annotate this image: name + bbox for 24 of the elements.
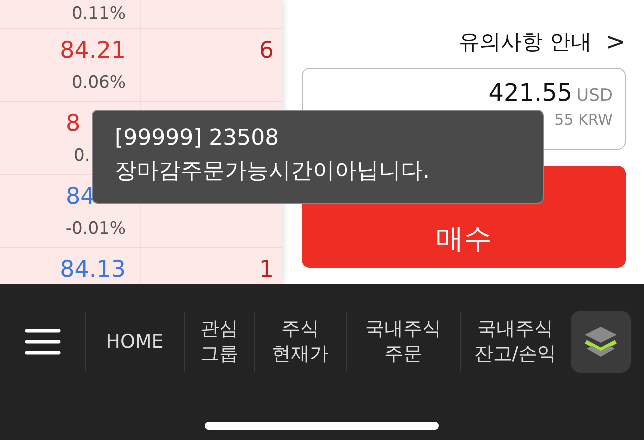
- menu-icon: [24, 328, 60, 356]
- nav-item[interactable]: 국내주식 잔고/손익: [460, 312, 570, 372]
- layers-icon: [582, 325, 620, 359]
- change-percent-text: 0.11%: [72, 3, 126, 26]
- price-text: 8: [66, 110, 81, 138]
- nav-item[interactable]: 국내주식 주문: [346, 312, 460, 372]
- chevron-icon: >: [606, 28, 626, 56]
- nav-item[interactable]: HOME: [85, 312, 184, 372]
- change-percent-text: 0.: [74, 145, 90, 168]
- change-percent-text: 0.06%: [72, 72, 126, 95]
- price-text: 84.21: [60, 37, 126, 65]
- quantity-text: 6: [259, 37, 274, 65]
- change-percent-text: -0.01%: [66, 218, 126, 241]
- toast-text: [99999] 23508: [115, 125, 280, 152]
- nav-item[interactable]: 관심 그룹: [184, 312, 254, 372]
- price-text: 84.13: [60, 256, 126, 284]
- layers-button[interactable]: [571, 311, 631, 373]
- amount-value: 421.55: [488, 79, 573, 107]
- notice-link[interactable]: 유의사항 안내 >: [459, 28, 626, 56]
- currency-text: USD: [576, 86, 613, 106]
- nav-item[interactable]: 주식 현재가: [254, 312, 346, 372]
- price-text: 84: [66, 183, 96, 211]
- converted-amount-text: 55 KRW: [554, 111, 613, 129]
- quantity-text: 1: [259, 256, 274, 284]
